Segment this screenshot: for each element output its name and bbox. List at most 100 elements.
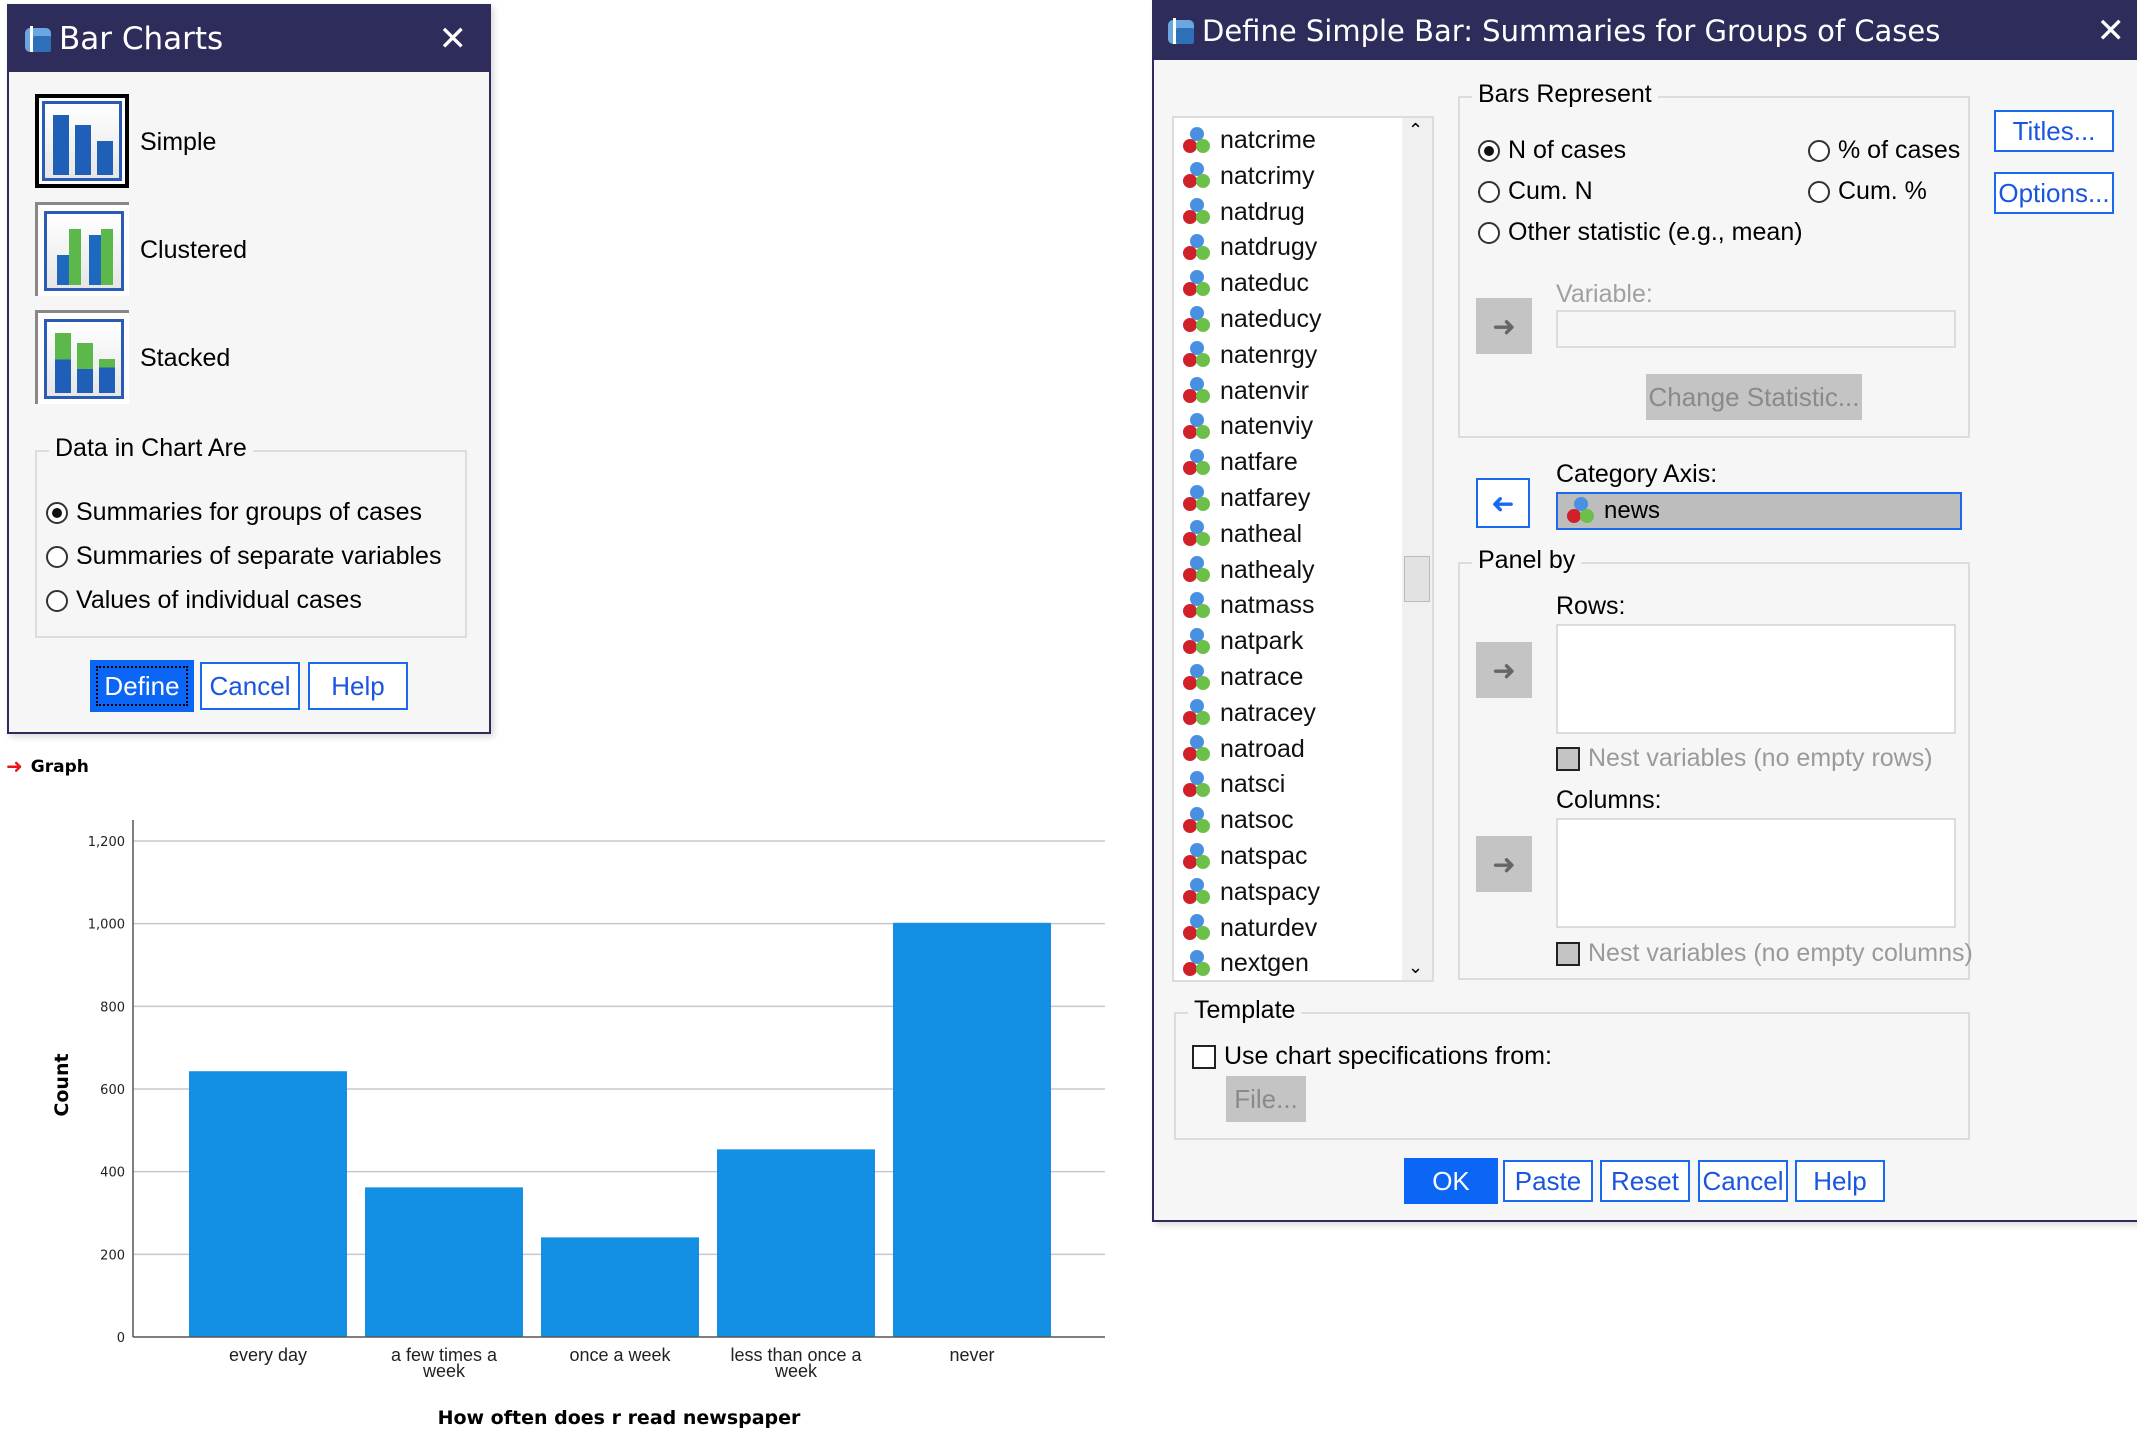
define-button[interactable]: Define [90,660,194,712]
variable-list-item[interactable]: natrace [1182,663,1303,692]
bar[interactable] [893,922,1051,1337]
right-arrow-icon: ➜ [1492,848,1516,880]
bar[interactable] [189,1071,347,1337]
variable-list-item[interactable]: natfare [1182,448,1298,477]
nominal-variable-icon [1182,341,1212,369]
checkbox-box[interactable] [1556,746,1580,771]
radio-button-selected[interactable] [1478,139,1500,162]
category-axis-field[interactable]: news [1556,492,1962,530]
radio-button[interactable] [46,589,68,612]
variable-list-item[interactable]: natspac [1182,842,1308,871]
reset-button[interactable]: Reset [1600,1160,1690,1202]
variable-list-item[interactable]: nateducy [1182,305,1321,334]
define-titlebar[interactable]: Define Simple Bar: Summaries for Groups … [1154,2,2137,60]
columns-field[interactable] [1556,818,1956,928]
checkbox-box[interactable] [1192,1044,1216,1069]
variable-list-item[interactable]: natpark [1182,627,1303,656]
variable-list-item[interactable]: natspacy [1182,878,1320,907]
titles-button[interactable]: Titles... [1994,110,2114,152]
nominal-variable-icon [1182,269,1212,298]
dialog-title: Bar Charts [59,21,224,57]
radio-other-statistic[interactable]: Other statistic (e.g., mean) [1478,218,1803,247]
variable-list-item[interactable]: nathealy [1182,556,1315,585]
scroll-down-icon[interactable]: ⌄ [1408,957,1423,978]
move-to-rows-button[interactable]: ➜ [1476,642,1532,698]
radio-summaries-groups[interactable]: Summaries for groups of cases [46,498,422,527]
use-chart-spec-checkbox[interactable]: Use chart specifications from: [1192,1042,1552,1071]
x-tick-label: once a week [569,1345,671,1365]
move-to-variable-button[interactable]: ➜ [1476,298,1532,354]
rows-field[interactable] [1556,624,1956,734]
variable-list-item[interactable]: nextgen [1182,949,1309,978]
change-statistic-button[interactable]: Change Statistic... [1646,374,1862,420]
help-button[interactable]: Help [1795,1160,1885,1202]
variable-list-item[interactable]: natdrugy [1182,233,1317,262]
bar[interactable] [365,1187,523,1337]
variable-list-item[interactable]: natracey [1182,699,1316,728]
variable-list-item[interactable]: natdrug [1182,198,1305,227]
nest-rows-checkbox[interactable]: Nest variables (no empty rows) [1556,744,1933,773]
radio-button[interactable] [46,545,68,568]
variable-list-item[interactable]: natfarey [1182,484,1310,513]
bar[interactable] [541,1237,699,1337]
left-arrow-icon: ➜ [1491,487,1515,519]
cancel-button[interactable]: Cancel [1698,1160,1788,1202]
options-button[interactable]: Options... [1994,172,2114,214]
file-button[interactable]: File... [1226,1076,1306,1122]
variable-list-item[interactable]: natmass [1182,591,1314,620]
variable-list-item[interactable]: natsci [1182,770,1285,799]
radio-button[interactable] [1808,180,1830,203]
variable-list-item[interactable]: natenviy [1182,412,1313,441]
x-tick-label: never [949,1345,994,1365]
list-scrollbar[interactable]: ⌃ ⌄ [1402,118,1432,980]
bar-charts-titlebar[interactable]: Bar Charts ✕ [9,6,489,72]
variable-list[interactable]: ⌃ ⌄ natcrime natcrimy natdrug natdrugy nated… [1172,116,1434,982]
paste-button[interactable]: Paste [1503,1160,1593,1202]
variable-list-item[interactable]: natsoc [1182,806,1294,835]
ok-button[interactable]: OK [1404,1158,1498,1204]
nominal-variable-icon [1182,663,1212,692]
nominal-variable-icon [1182,126,1212,155]
variable-list-item[interactable]: naturdev [1182,914,1317,943]
variable-field[interactable] [1556,310,1956,348]
radio-label: Cum. % [1838,177,1927,205]
variable-list-item[interactable]: natroad [1182,735,1305,764]
radio-button[interactable] [1808,139,1830,162]
variable-name: natheal [1220,519,1303,548]
simple-chart-button[interactable] [35,94,129,188]
variable-name: natfare [1220,448,1298,477]
clustered-chart-button[interactable] [35,202,129,296]
scroll-up-icon[interactable]: ⌃ [1408,120,1423,141]
radio-button[interactable] [1478,180,1500,203]
variable-list-item[interactable]: nateduc [1182,269,1309,298]
variable-list-item[interactable]: natheal [1182,520,1302,549]
nest-columns-checkbox[interactable]: Nest variables (no empty columns) [1556,939,1973,968]
close-icon[interactable]: ✕ [2097,11,2126,51]
variable-name: natmass [1220,591,1315,620]
radio-percent-of-cases[interactable]: % of cases [1808,136,1960,165]
move-to-category-axis-button[interactable]: ➜ [1476,478,1530,528]
variable-list-item[interactable]: natcrime [1182,126,1316,155]
bar[interactable] [717,1149,875,1337]
nominal-variable-icon [1182,412,1212,441]
cancel-button[interactable]: Cancel [200,662,300,710]
radio-n-of-cases[interactable]: N of cases [1478,136,1626,165]
variable-name: nextgen [1220,949,1309,978]
checkbox-box[interactable] [1556,941,1580,966]
stacked-chart-button[interactable] [35,310,129,404]
variable-list-item[interactable]: natenrgy [1182,341,1317,370]
scroll-thumb[interactable] [1404,556,1430,602]
radio-button[interactable] [1478,221,1500,244]
radio-cum-n[interactable]: Cum. N [1478,177,1593,206]
radio-values-individual[interactable]: Values of individual cases [46,586,362,615]
radio-label: Cum. N [1508,177,1593,205]
radio-summaries-separate[interactable]: Summaries of separate variables [46,542,441,571]
close-icon[interactable]: ✕ [439,19,468,59]
radio-cum-percent[interactable]: Cum. % [1808,177,1927,206]
variable-list-item[interactable]: natenvir [1182,377,1309,406]
move-to-columns-button[interactable]: ➜ [1476,836,1532,892]
variable-list-item[interactable]: natcrimy [1182,162,1314,191]
help-button[interactable]: Help [308,662,408,710]
radio-label: Summaries of separate variables [76,542,442,570]
radio-button-selected[interactable] [46,501,68,524]
